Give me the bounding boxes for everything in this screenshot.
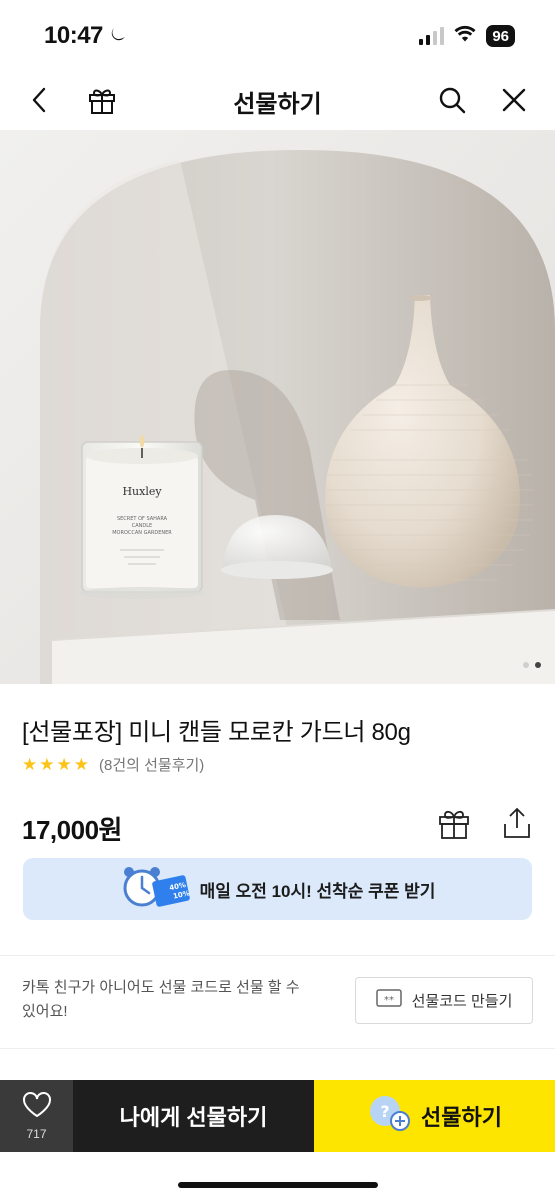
gift-code-icon-text: ** (384, 995, 394, 1006)
page-title: 선물하기 (233, 91, 322, 118)
candle-label-line2: CANDLE (132, 523, 152, 529)
coupon-text: 매일 오전 10시! 선착순 쿠폰 받기 (199, 881, 436, 901)
candle-label-line3: MOROCCAN GARDENER (112, 530, 172, 536)
like-button[interactable]: 717 (0, 1080, 73, 1152)
candle-brand-label: Huxley (122, 485, 162, 498)
carousel-indicator (523, 662, 541, 668)
star-icon: ★ (73, 755, 89, 774)
gift-friend-icon: ? (367, 1093, 411, 1139)
alarm-clock-coupon-icon: 40% 10% (120, 864, 192, 915)
battery-indicator: 96 (486, 25, 515, 47)
search-icon[interactable] (434, 82, 470, 118)
wifi-icon (454, 25, 476, 47)
status-time: 10:47 (44, 22, 127, 50)
section-divider (0, 1048, 555, 1049)
share-icon[interactable] (501, 806, 533, 845)
status-bar: 10:47 96 (0, 0, 555, 72)
clock-text: 10:47 (44, 22, 103, 49)
gift-code-icon: ** (375, 988, 402, 1013)
home-indicator[interactable] (178, 1182, 378, 1188)
star-icon: ★ (39, 755, 55, 774)
review-count[interactable]: (8건의 선물후기) (99, 754, 204, 775)
gift-to-me-button[interactable]: 나에게 선물하기 (73, 1080, 314, 1152)
rating[interactable]: ★ ★ ★ ★ (8건의 선물후기) (22, 754, 204, 775)
svg-text:?: ? (380, 1102, 389, 1121)
product-image-carousel[interactable]: Huxley SECRET OF SAHARA CANDLE MOROCCAN … (0, 130, 555, 684)
create-gift-code-label: 선물코드 만들기 (411, 993, 513, 1010)
create-gift-code-button[interactable]: ** 선물코드 만들기 (355, 977, 533, 1024)
star-icon: ★ (22, 755, 38, 774)
top-nav: 선물하기 (0, 72, 555, 130)
cellular-signal-icon (419, 27, 445, 45)
close-icon[interactable] (496, 82, 532, 118)
gift-code-description: 카톡 친구가 아니어도 선물 코드로 선물 할 수 있어요! (22, 979, 300, 1020)
moon-icon (109, 22, 127, 50)
product-price: 17,000원 (22, 815, 122, 845)
coupon-banner[interactable]: 40% 10% 매일 오전 10시! 선착순 쿠폰 받기 (23, 858, 532, 920)
product-photo: Huxley SECRET OF SAHARA CANDLE MOROCCAN … (0, 130, 555, 684)
carousel-dot (523, 662, 529, 668)
gift-button[interactable]: ? 선물하기 (314, 1080, 555, 1152)
status-indicators: 96 (419, 25, 515, 47)
candle-label-line1: SECRET OF SAHARA (117, 516, 168, 522)
gift-button-label: 선물하기 (421, 1105, 502, 1130)
section-divider (0, 955, 555, 956)
product-title: [선물포장] 미니 캔들 모로칸 가드너 80g (22, 719, 411, 746)
heart-icon (22, 1091, 52, 1123)
carousel-dot-active (535, 662, 541, 668)
star-icon: ★ (56, 755, 72, 774)
bottom-action-bar: 717 나에게 선물하기 ? 선물하기 (0, 1080, 555, 1152)
gift-wish-icon[interactable] (437, 806, 471, 845)
price-actions (437, 806, 533, 845)
like-count: 717 (26, 1126, 47, 1141)
